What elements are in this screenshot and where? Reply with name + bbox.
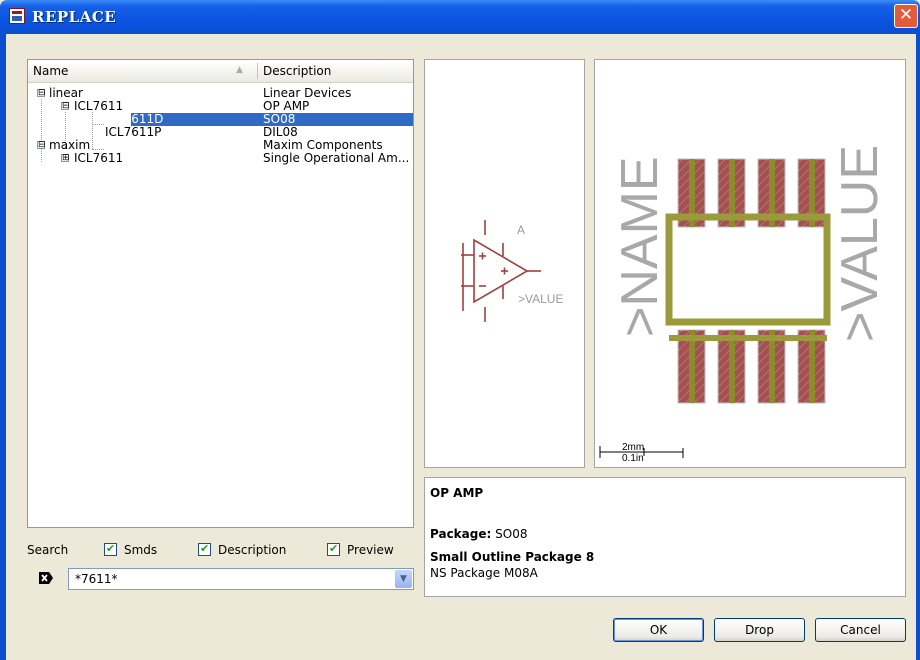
column-header-name[interactable]: Name bbox=[28, 60, 257, 82]
tree-row-description: Single Operational Am... bbox=[263, 151, 410, 165]
collapse-icon[interactable]: ⊟ bbox=[37, 89, 46, 98]
details-package: Package: SO08 bbox=[430, 527, 527, 541]
description-checkbox[interactable]: ✔ bbox=[198, 542, 211, 556]
tree-header: Name ▲ Description bbox=[28, 60, 413, 83]
smds-checkbox[interactable]: ✔ bbox=[104, 542, 117, 556]
window-frame-left bbox=[0, 34, 6, 660]
window-frame-right bbox=[916, 34, 920, 660]
symbol-name-text: A bbox=[517, 223, 525, 237]
drop-button[interactable]: Drop bbox=[714, 618, 805, 642]
column-divider[interactable] bbox=[257, 63, 258, 79]
collapse-icon[interactable]: ⊟ bbox=[61, 102, 70, 111]
ok-button[interactable]: OK bbox=[613, 618, 704, 642]
tree-row-icl7611[interactable]: ⊟ ICL7611 OP AMP bbox=[28, 100, 413, 113]
check-icon: ✔ bbox=[329, 542, 339, 555]
tree-row-name: ICL7611P bbox=[105, 125, 162, 139]
opamp-symbol: A >VALUE bbox=[461, 220, 563, 322]
package-label: Package: bbox=[430, 527, 492, 541]
scale-bar: 2mm 0.1in bbox=[599, 442, 684, 464]
expand-icon[interactable]: ⊞ bbox=[61, 154, 70, 163]
column-header-description[interactable]: Description bbox=[263, 60, 331, 82]
window-title: REPLACE bbox=[32, 8, 117, 26]
library-tree[interactable]: Name ▲ Description ⊟ linear Linear Devic… bbox=[27, 59, 414, 528]
search-tag-icon bbox=[39, 572, 53, 584]
tree-row-icl7611d[interactable]: ICL7611D SO08 bbox=[28, 113, 413, 126]
tree-row-name: ICL7611 bbox=[74, 151, 124, 165]
search-input[interactable]: *7611* bbox=[75, 572, 118, 586]
details-title: OP AMP bbox=[430, 486, 484, 500]
so08-footprint: >NAME >VALUE 2mm 0.1in bbox=[599, 145, 889, 464]
details-package-note: NS Package M08A bbox=[430, 566, 538, 580]
search-label: Search bbox=[27, 543, 69, 557]
tree-row-icl7611-maxim[interactable]: ⊞ ICL7611 Single Operational Am... bbox=[28, 152, 413, 165]
title-bar: REPLACE ✕ bbox=[0, 0, 920, 34]
scale-mm-label: 2mm bbox=[622, 442, 644, 453]
preview-label[interactable]: Preview bbox=[347, 542, 394, 558]
package-name-text: >NAME bbox=[611, 156, 669, 337]
package-preview: >NAME >VALUE 2mm 0.1in bbox=[594, 59, 906, 468]
smds-label[interactable]: Smds bbox=[124, 542, 157, 558]
package-value-text: >VALUE bbox=[831, 145, 889, 342]
check-icon: ✔ bbox=[200, 542, 210, 555]
symbol-preview: A >VALUE bbox=[424, 59, 585, 468]
scale-in-label: 0.1in bbox=[622, 453, 644, 464]
details-package-name: Small Outline Package 8 bbox=[430, 550, 595, 564]
app-icon bbox=[9, 8, 25, 24]
preview-checkbox[interactable]: ✔ bbox=[327, 542, 340, 556]
symbol-value-text: >VALUE bbox=[518, 292, 563, 306]
description-label[interactable]: Description bbox=[218, 542, 286, 558]
collapse-icon[interactable]: ⊟ bbox=[37, 141, 46, 150]
close-button[interactable]: ✕ bbox=[894, 4, 918, 28]
cancel-button[interactable]: Cancel bbox=[815, 618, 906, 642]
search-combobox[interactable]: *7611* ▼ bbox=[68, 568, 414, 590]
package-value: SO08 bbox=[495, 527, 528, 541]
check-icon: ✔ bbox=[106, 542, 116, 555]
details-panel: OP AMP Package: SO08 Small Outline Packa… bbox=[424, 477, 906, 597]
dropdown-arrow-icon[interactable]: ▼ bbox=[395, 570, 412, 588]
sort-ascending-icon: ▲ bbox=[236, 65, 243, 75]
